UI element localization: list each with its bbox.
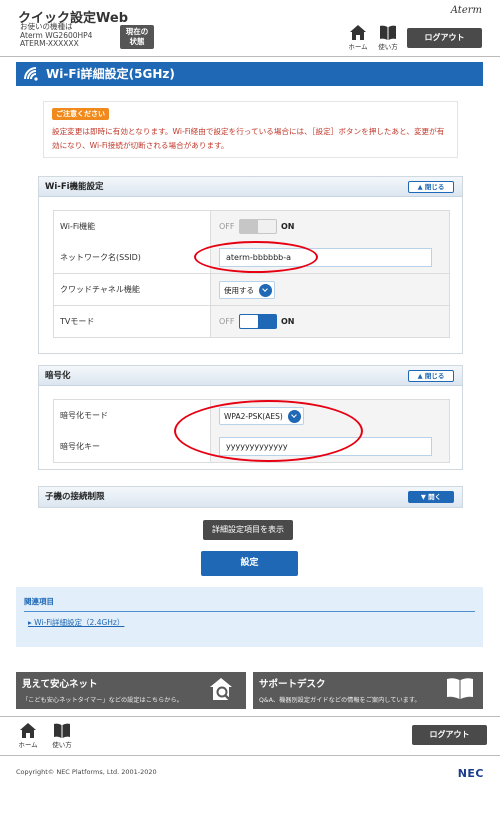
page-title: Wi-Fi詳細設定(5GHz): [46, 67, 175, 81]
nec-logo: NEC: [457, 767, 484, 780]
client-restriction-section: 子機の接続制限 ▼ 開く: [38, 486, 463, 508]
row-encryption-key: 暗号化キー yyyyyyyyyyyyy: [53, 431, 450, 463]
encryption-key-input[interactable]: yyyyyyyyyyyyy: [219, 437, 432, 456]
notice-text: 設定変更は即時に有効となります。Wi-Fi経由で設定を行っている場合には、［設定…: [52, 127, 445, 150]
header-divider: [0, 56, 500, 57]
home-label: ホーム: [348, 43, 368, 51]
wifi-section-header: Wi-Fi機能設定 ▲ 閉じる: [39, 177, 462, 197]
home-icon: [20, 723, 36, 738]
caution-badge: ご注意ください: [52, 108, 109, 120]
manual-label: 使い方: [378, 43, 398, 51]
banner-title: サポートデスク: [259, 679, 326, 690]
quad-channel-label: クワッドチャネル機能: [54, 274, 211, 305]
encryption-section-collapse-button[interactable]: ▲ 閉じる: [408, 370, 454, 382]
wifi-settings-section: Wi-Fi機能設定 ▲ 閉じる Wi-Fi機能 OFF ON ネットワーク名(S…: [38, 176, 463, 354]
banner-title: 見えて安心ネット: [22, 679, 98, 690]
related-link-wifi-24ghz[interactable]: ▸ Wi-Fi詳細設定（2.4GHz）: [28, 617, 124, 628]
copyright-text: Copyright© NEC Platforms, Ltd. 2001-2020: [16, 768, 157, 776]
header: クイック設定Web お使いの機種は Aterm WG2600HP4 ATERM-…: [0, 0, 500, 56]
mieteanshin-banner[interactable]: 見えて安心ネット 「こども安心ネットタイマー」などの設定はこちらから。: [16, 672, 246, 709]
ssid-label: ネットワーク名(SSID): [54, 242, 211, 273]
current-status-button[interactable]: 現在の 状態: [120, 25, 154, 49]
page-title-bar: Wi-Fi詳細設定(5GHz): [16, 62, 483, 86]
logout-button[interactable]: ログアウト: [407, 28, 482, 48]
expand-label: 開く: [428, 493, 442, 501]
notice-box: ご注意ください 設定変更は即時に有効となります。Wi-Fi経由で設定を行っている…: [43, 101, 458, 158]
support-desk-banner[interactable]: サポートデスク Q&A、機器別設定ガイドなどの情報をご案内しています。: [253, 672, 483, 709]
quad-channel-select[interactable]: 使用する: [219, 281, 275, 299]
book-icon: [447, 678, 473, 699]
wifi-icon: [24, 67, 38, 81]
banner-subtitle: Q&A、機器別設定ガイドなどの情報をご案内しています。: [259, 697, 421, 704]
encryption-section: 暗号化 ▲ 閉じる 暗号化モード WPA2-PSK(AES) 暗号化キー yyy…: [38, 365, 463, 470]
footer-bottom-divider: [0, 755, 500, 756]
switch-on-label: ON: [281, 317, 295, 326]
ssid-input[interactable]: aterm-bbbbbb-a: [219, 248, 432, 267]
wifi-section-collapse-button[interactable]: ▲ 閉じる: [408, 181, 454, 193]
device-id: ATERM-XXXXXX: [20, 39, 79, 48]
row-tv-mode: TVモード OFF ON: [53, 306, 450, 338]
encryption-key-label: 暗号化キー: [54, 431, 211, 462]
encryption-mode-select[interactable]: WPA2-PSK(AES): [219, 407, 304, 425]
manual-label: 使い方: [52, 741, 72, 749]
footer-home-button[interactable]: ホーム: [14, 723, 42, 749]
switch-off-label: OFF: [219, 222, 235, 231]
quad-channel-value: 使用する: [224, 286, 254, 295]
collapse-label: 閉じる: [424, 183, 445, 191]
home-nav-button[interactable]: ホーム: [344, 25, 372, 51]
wifi-section-title: Wi-Fi機能設定: [45, 182, 104, 192]
house-search-icon: [210, 678, 232, 701]
tv-mode-label: TVモード: [54, 306, 211, 337]
footer-manual-button[interactable]: 使い方: [48, 723, 76, 749]
related-link-text: Wi-Fi詳細設定（2.4GHz）: [34, 618, 125, 627]
row-wifi-function: Wi-Fi機能 OFF ON: [53, 210, 450, 242]
encryption-section-title: 暗号化: [45, 371, 71, 381]
book-icon: [54, 723, 70, 738]
row-encryption-mode: 暗号化モード WPA2-PSK(AES): [53, 399, 450, 431]
footer-divider: [0, 716, 500, 717]
switch-off-label: OFF: [219, 317, 235, 326]
chevron-down-icon: [287, 410, 301, 423]
banner-subtitle: 「こども安心ネットタイマー」などの設定はこちらから。: [22, 697, 183, 704]
row-ssid: ネットワーク名(SSID) aterm-bbbbbb-a: [53, 242, 450, 274]
status-button-line1: 現在の: [125, 27, 149, 36]
encryption-mode-value: WPA2-PSK(AES): [224, 412, 283, 421]
related-items-box: 関連項目 ▸ Wi-Fi詳細設定（2.4GHz）: [16, 587, 483, 647]
wifi-function-label: Wi-Fi機能: [54, 211, 211, 242]
encryption-section-header: 暗号化 ▲ 閉じる: [39, 366, 462, 386]
collapse-label: 閉じる: [424, 372, 445, 380]
manual-nav-button[interactable]: 使い方: [374, 25, 402, 51]
client-section-header: 子機の接続制限 ▼ 開く: [39, 487, 462, 507]
switch-on-label: ON: [281, 222, 295, 231]
show-detail-settings-button[interactable]: 詳細設定項目を表示: [203, 520, 293, 540]
footer-logout-button[interactable]: ログアウト: [412, 725, 487, 745]
apply-settings-button[interactable]: 設定: [201, 551, 298, 576]
encryption-mode-label: 暗号化モード: [54, 400, 211, 431]
book-icon: [380, 25, 396, 40]
chevron-down-icon: [259, 284, 272, 297]
home-icon: [350, 25, 366, 40]
row-quad-channel: クワッドチャネル機能 使用する: [53, 274, 450, 306]
related-heading: 関連項目: [24, 596, 475, 612]
status-button-line2: 状態: [129, 37, 145, 46]
device-info: お使いの機種は Aterm WG2600HP4 ATERM-XXXXXX: [20, 22, 92, 49]
aterm-logo: Aterm: [450, 5, 482, 16]
client-section-expand-button[interactable]: ▼ 開く: [408, 491, 454, 503]
home-label: ホーム: [18, 741, 38, 749]
client-section-title: 子機の接続制限: [45, 492, 105, 502]
